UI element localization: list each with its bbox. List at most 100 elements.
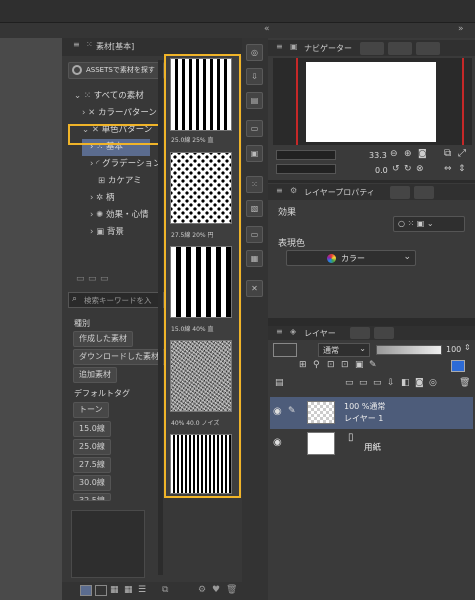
tag-added[interactable]: 追加素材 — [73, 367, 117, 383]
apply-mask-icon[interactable]: ◎ — [429, 378, 437, 388]
eye-icon[interactable]: ◉ — [273, 406, 282, 417]
side-button-1-icon[interactable]: ◎ — [246, 44, 263, 61]
tree-item-effect[interactable]: › ✺ 効果・心情 — [68, 207, 164, 224]
side-button-7-icon[interactable]: ▧ — [246, 200, 263, 217]
panel-menu-icon[interactable]: ≡ — [73, 40, 80, 49]
rotate-left-icon[interactable]: ↺ — [392, 164, 400, 174]
side-button-2-icon[interactable]: ⇩ — [246, 68, 263, 85]
grid-view-icon[interactable]: ▦ — [110, 585, 119, 595]
transfer-down-icon[interactable]: ⇩ — [387, 378, 395, 388]
rotate-right-icon[interactable]: ↻ — [404, 164, 412, 174]
navigator-tab-2[interactable] — [360, 42, 384, 55]
zoom-in-icon[interactable]: ⊕ — [404, 149, 412, 159]
lock-alpha-icon[interactable]: ⊡ — [341, 360, 349, 370]
layer-tab-3[interactable] — [374, 327, 394, 339]
side-button-6-icon[interactable]: ⁙ — [246, 176, 263, 193]
search-input[interactable]: ⌕ 検索キーワードを入 — [68, 292, 164, 308]
stop-icon[interactable]: ◙ — [418, 149, 427, 159]
clip-icon[interactable]: ⊞ — [299, 360, 307, 370]
copy-icon[interactable]: ▭ — [88, 274, 97, 284]
delete-icon[interactable]: ▭ — [100, 274, 109, 284]
scrollbar-list[interactable] — [158, 60, 163, 575]
assets-button[interactable]: ASSETSで素材を探す — [68, 62, 164, 79]
tree-item-kakeami[interactable]: ⊞ カケアミ — [68, 173, 164, 190]
list-icon[interactable]: ☰ — [138, 585, 146, 595]
new-folder-icon[interactable]: ▭ — [373, 378, 382, 388]
tag-15[interactable]: 15.0線 — [73, 421, 111, 437]
navigator-title[interactable]: ナビゲーター — [304, 43, 352, 54]
tree-item-pattern[interactable]: › ✲ 柄 — [68, 190, 164, 207]
tree-item-background[interactable]: › ▣ 背景 — [68, 224, 164, 241]
zoom-out-icon[interactable]: ⊖ — [390, 149, 398, 159]
effect-buttons[interactable]: ○ ⁙ ▣ ⌄ — [393, 216, 465, 232]
layer-list-icon[interactable]: ▤ — [275, 378, 284, 388]
side-button-5-icon[interactable]: ▣ — [246, 145, 263, 162]
layer-property-tab-2[interactable] — [390, 186, 410, 199]
layer-panel-title[interactable]: レイヤー — [304, 328, 336, 339]
crosshatch-icon: ⊞ — [98, 176, 106, 186]
tree-item-all[interactable]: ⌄ ⁙ すべての素材 — [68, 88, 164, 105]
lock-icon[interactable]: ⊡ — [327, 360, 335, 370]
side-button-3-icon[interactable]: ▤ — [246, 92, 263, 109]
rotate-slider[interactable] — [276, 164, 336, 174]
heart-icon[interactable]: ♥ — [212, 585, 220, 595]
view-frame-right — [462, 58, 464, 145]
layer-property-title[interactable]: レイヤープロパティ — [304, 187, 375, 198]
eye-icon[interactable]: ◉ — [273, 437, 282, 448]
palette-color-icon[interactable] — [451, 360, 465, 372]
thumbnail-view-icon[interactable] — [95, 585, 107, 596]
reset-rotation-icon[interactable]: ⊗ — [416, 164, 424, 174]
trash-icon[interactable]: 🗑 — [226, 585, 237, 595]
delete-layer-icon[interactable]: 🗑 — [459, 378, 470, 388]
expression-color-select[interactable]: カラー ⌄ — [286, 250, 416, 266]
panel-menu-icon[interactable]: ≡ — [276, 186, 283, 195]
side-button-10-icon[interactable]: ✕ — [246, 280, 263, 297]
fit-icon[interactable]: ⧉ — [444, 148, 451, 159]
expand-arrows-icon[interactable]: » — [458, 24, 464, 34]
ruler-icon[interactable]: ✎ — [369, 360, 377, 370]
navigator-tab-3[interactable] — [388, 42, 412, 55]
settings-icon[interactable]: ⚙ — [198, 585, 206, 595]
merge-icon[interactable]: ◧ — [401, 378, 410, 388]
layer-row[interactable]: ◉ ✎ 100 %通常 レイヤー 1 — [270, 397, 473, 429]
add-folder-icon[interactable]: ▭ — [76, 274, 85, 284]
tag-30[interactable]: 30.0線 — [73, 475, 111, 491]
opacity-slider[interactable] — [376, 345, 442, 355]
side-button-9-icon[interactable]: ▦ — [246, 250, 263, 267]
tag-downloaded[interactable]: ダウンロードした素材 — [73, 349, 165, 365]
flip-horizontal-icon[interactable]: ⇔ — [444, 164, 452, 174]
mask-icon[interactable]: ▣ — [355, 360, 364, 370]
tag-25[interactable]: 25.0線 — [73, 439, 111, 455]
tag-32-5[interactable]: 32.5線 — [73, 493, 111, 501]
chevron-right-icon: › — [90, 210, 94, 220]
tag-27-5[interactable]: 27.5線 — [73, 457, 111, 473]
panel-menu-icon[interactable]: ≡ — [276, 42, 283, 51]
side-button-8-icon[interactable]: ▭ — [246, 226, 263, 243]
tag-tone[interactable]: トーン — [73, 402, 109, 418]
layer-tab-2[interactable] — [350, 327, 370, 339]
layer-property-tab-3[interactable] — [414, 186, 434, 199]
flip-vertical-icon[interactable]: ⇕ — [458, 164, 466, 174]
tag-created[interactable]: 作成した素材 — [73, 331, 133, 347]
new-vector-layer-icon[interactable]: ▭ — [359, 378, 368, 388]
layer-color-swatch[interactable] — [273, 343, 297, 357]
collapse-arrows-icon[interactable]: « — [264, 24, 270, 34]
opacity-stepper-icon[interactable]: ⇕ — [464, 343, 471, 352]
fullscreen-icon[interactable]: ⤢ — [458, 148, 466, 159]
navigator-tab-4[interactable] — [416, 42, 440, 55]
tree-item-color-pattern[interactable]: › ✕ カラーパターン — [68, 105, 164, 122]
blend-mode-select[interactable]: 通常 ⌄ — [318, 343, 370, 357]
list-view-icon[interactable] — [80, 585, 92, 596]
paste-icon[interactable]: ⧉ — [162, 585, 168, 595]
layer-row[interactable]: ◉ ▯ 用紙 — [270, 429, 473, 459]
panel-menu-icon[interactable]: ≡ — [276, 327, 283, 336]
material-tab-label[interactable]: 素材[基本] — [96, 41, 134, 52]
mask-add-icon[interactable]: ◙ — [415, 378, 424, 388]
layer-toolbar-row-2: ▤ ▭ ▭ ▭ ⇩ ◧ ◙ ◎ 🗑 — [273, 378, 473, 394]
zoom-slider[interactable] — [276, 150, 336, 160]
new-raster-layer-icon[interactable]: ▭ — [345, 378, 354, 388]
small-grid-icon[interactable]: ▦ — [124, 585, 133, 595]
side-button-4-icon[interactable]: ▭ — [246, 120, 263, 137]
reference-icon[interactable]: ⚲ — [313, 360, 320, 370]
tree-item-gradation[interactable]: › ◜ グラデーション — [68, 156, 164, 173]
